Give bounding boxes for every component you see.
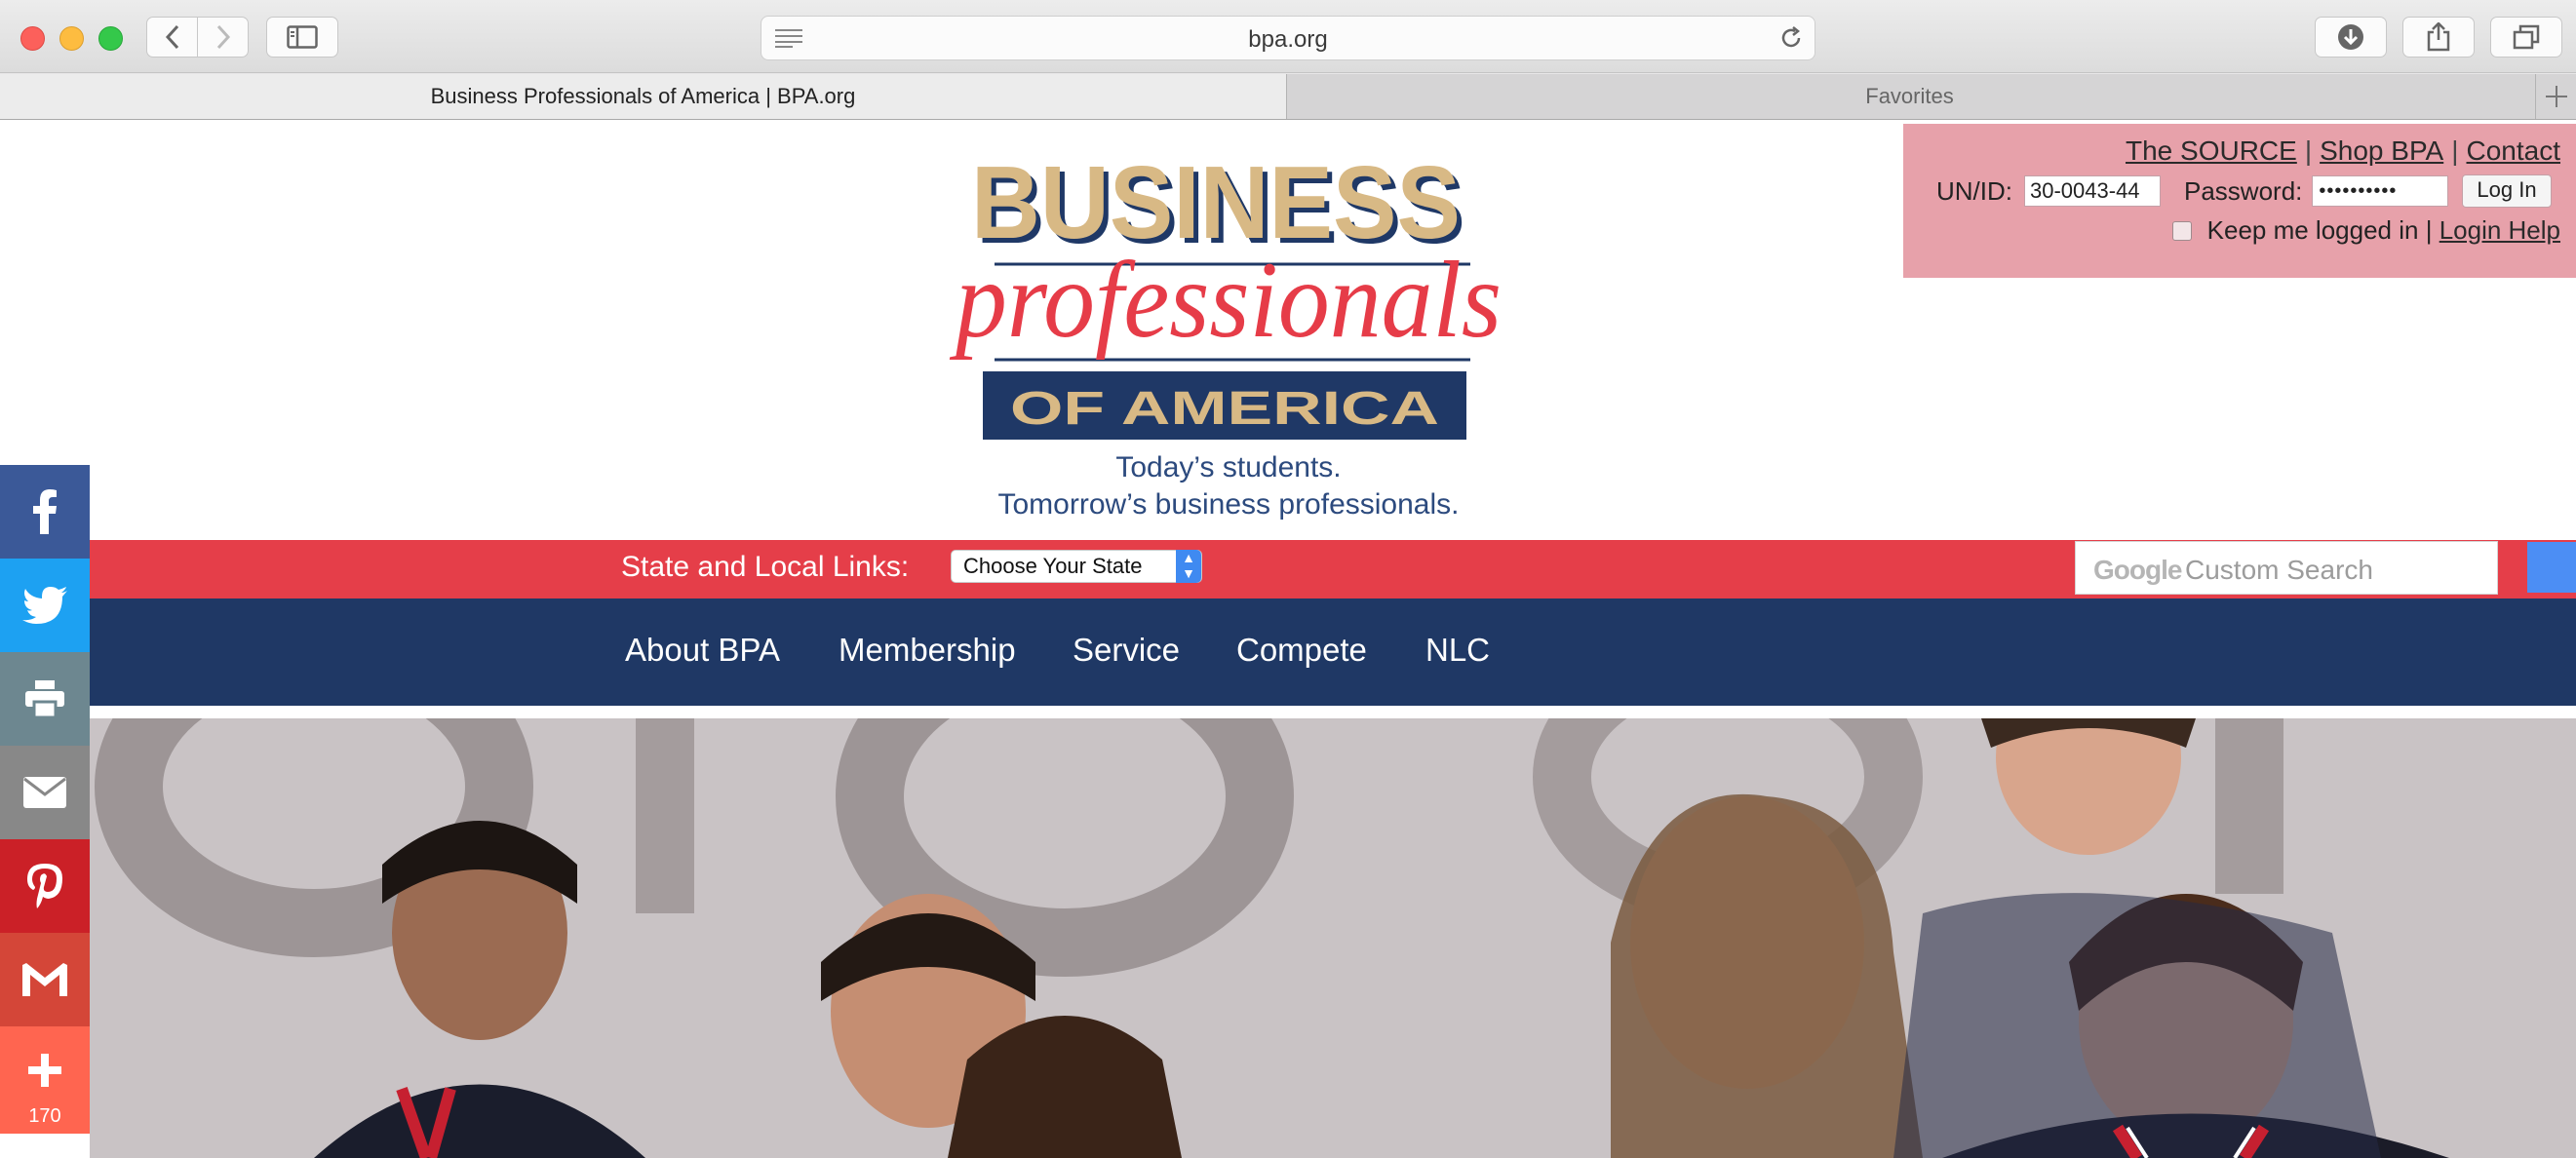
search-input[interactable]: Google Custom Search	[2075, 541, 2498, 595]
bpa-logo[interactable]: BUSINESS BUSINESS professionals OF AMERI…	[936, 149, 1521, 520]
tabs-icon	[2513, 24, 2540, 50]
forward-button[interactable]	[197, 17, 249, 58]
link-separator: |	[2451, 135, 2459, 166]
print-button[interactable]	[0, 652, 90, 746]
nav-service[interactable]: Service	[1073, 632, 1180, 669]
twitter-icon	[22, 587, 67, 624]
login-panel: The SOURCE | Shop BPA | Contact UN/ID: 30-00…	[1903, 124, 2576, 278]
nav-nlc[interactable]: NLC	[1425, 632, 1490, 669]
top-links: The SOURCE | Shop BPA | Contact	[2126, 135, 2560, 167]
main-nav: About BPA Membership Service Compete NLC	[90, 598, 2576, 706]
tab-favorites[interactable]: Favorites	[1288, 74, 2531, 119]
share-count: 170	[28, 1105, 61, 1127]
browser-chrome: bpa.org	[0, 0, 2576, 75]
new-tab-button[interactable]	[2535, 74, 2576, 119]
facebook-icon	[33, 489, 57, 534]
state-links-label: State and Local Links:	[621, 551, 910, 583]
unid-input[interactable]: 30-0043-44	[2024, 175, 2161, 207]
nav-about-bpa[interactable]: About BPA	[625, 632, 780, 669]
logo-tagline-2: Tomorrow’s business professionals.	[998, 488, 1460, 520]
address-bar[interactable]: bpa.org	[761, 16, 1815, 60]
back-button[interactable]	[146, 17, 198, 58]
link-separator: |	[2304, 135, 2313, 166]
link-shop-bpa[interactable]: Shop BPA	[2320, 135, 2443, 166]
browser-toolbar: bpa.org	[0, 0, 2576, 73]
google-logo: Google	[2093, 555, 2182, 585]
login-credentials: UN/ID: 30-0043-44 Password: •••••••••• L…	[1936, 174, 2552, 208]
link-contact[interactable]: Contact	[2467, 135, 2561, 166]
plus-icon	[28, 1054, 61, 1087]
chevron-left-icon	[165, 24, 178, 50]
pinterest-share-button[interactable]	[0, 839, 90, 933]
download-icon	[2338, 24, 2363, 50]
twitter-share-button[interactable]	[0, 559, 90, 652]
url-text: bpa.org	[1248, 26, 1328, 53]
downloads-button[interactable]	[2315, 17, 2387, 58]
sidebar-icon	[287, 25, 318, 49]
chevron-right-icon	[216, 24, 230, 50]
hero-photo	[90, 718, 2576, 1158]
email-share-button[interactable]	[0, 746, 90, 839]
tab-bar: Business Professionals of America | BPA.…	[0, 74, 2576, 120]
facebook-share-button[interactable]	[0, 465, 90, 559]
search-placeholder: Custom Search	[2185, 555, 2373, 585]
state-select-value: Choose Your State	[963, 554, 1143, 578]
state-select[interactable]: Choose Your State ▲ ▼	[951, 550, 1202, 583]
keep-logged-in-row: Keep me logged in | Login Help	[2171, 215, 2560, 246]
unid-label: UN/ID:	[1936, 175, 2012, 206]
logo-tagline-1: Today’s students.	[1115, 451, 1341, 483]
keep-logged-in-label: Keep me logged in |	[2206, 215, 2433, 245]
print-icon	[25, 680, 64, 717]
reload-icon[interactable]	[1779, 26, 1803, 50]
share-button[interactable]	[2402, 17, 2475, 58]
state-links-bar: State and Local Links: Choose Your State…	[90, 540, 2576, 598]
zoom-window-button[interactable]	[98, 26, 123, 51]
nav-compete[interactable]: Compete	[1236, 632, 1367, 669]
pinterest-icon	[27, 864, 62, 908]
gmail-share-button[interactable]	[0, 933, 90, 1026]
hero-illustration	[90, 718, 2576, 1158]
login-button[interactable]: Log In	[2462, 174, 2552, 208]
keep-logged-in-checkbox[interactable]	[2171, 220, 2192, 241]
gmail-icon	[22, 963, 67, 996]
nav-membership[interactable]: Membership	[839, 632, 1016, 669]
login-help-link[interactable]: Login Help	[2439, 215, 2560, 246]
password-input[interactable]: ••••••••••	[2312, 175, 2449, 207]
email-icon	[23, 777, 66, 808]
plus-icon	[2546, 86, 2567, 107]
share-icon	[2427, 22, 2450, 52]
link-the-source[interactable]: The SOURCE	[2126, 135, 2297, 166]
tabs-overview-button[interactable]	[2490, 17, 2562, 58]
web-page: BUSINESS BUSINESS professionals OF AMERI…	[0, 120, 2576, 1158]
password-label: Password:	[2184, 175, 2303, 206]
minimize-window-button[interactable]	[59, 26, 84, 51]
tab-bpa[interactable]: Business Professionals of America | BPA.…	[0, 74, 1287, 119]
logo-of-america: OF AMERICA	[1010, 383, 1439, 435]
select-arrows-icon: ▲ ▼	[1176, 550, 1201, 583]
sidebar-toggle-button[interactable]	[266, 17, 338, 58]
search-button[interactable]	[2527, 542, 2576, 593]
close-window-button[interactable]	[20, 26, 45, 51]
logo-professionals: professionals	[949, 240, 1502, 361]
more-share-button[interactable]: 170	[0, 1026, 90, 1134]
